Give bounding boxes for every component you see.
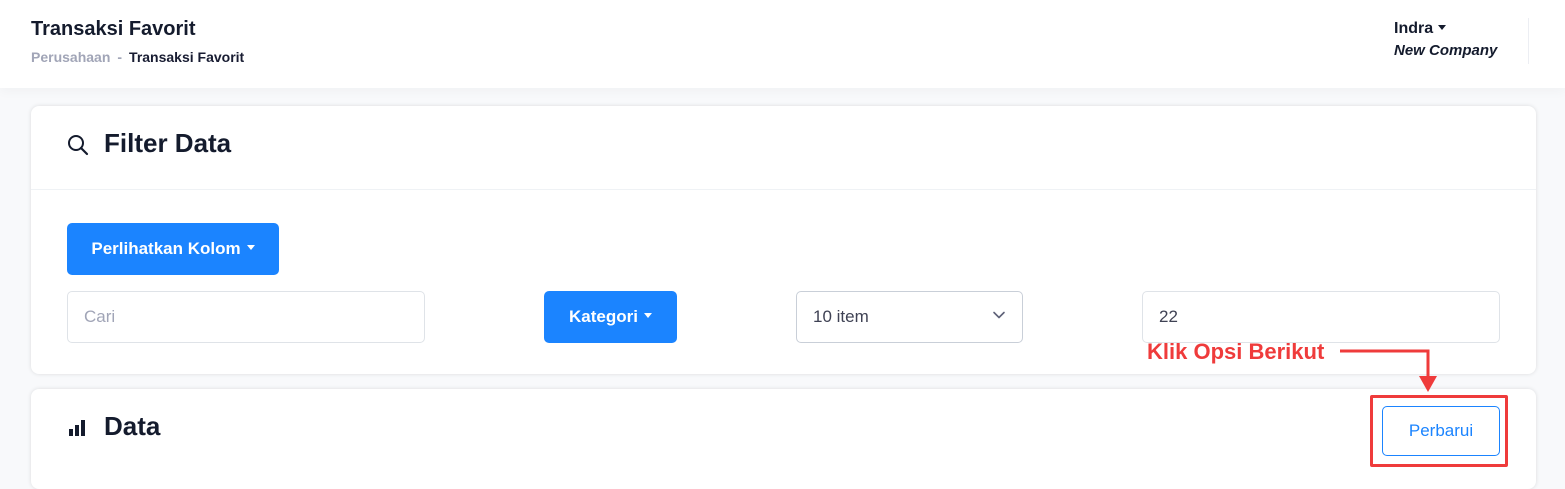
chevron-down-icon — [992, 307, 1006, 327]
search-input[interactable] — [67, 291, 425, 343]
category-label: Kategori — [569, 307, 638, 326]
header-divider — [1528, 18, 1529, 64]
breadcrumb-current: Transaksi Favorit — [129, 49, 245, 65]
annotation-text: Klik Opsi Berikut — [1147, 339, 1325, 364]
page-size-value: 10 item — [813, 307, 869, 326]
caret-down-icon — [246, 245, 255, 250]
annotation-arrow-icon — [1340, 349, 1437, 392]
data-card: Data Perbarui — [31, 389, 1536, 489]
category-button[interactable]: Kategori — [544, 291, 677, 343]
user-name: Indra — [1394, 20, 1434, 37]
user-menu[interactable]: Indra New Company — [1394, 20, 1497, 59]
page-title: Transaksi Favorit — [31, 18, 196, 40]
breadcrumb-separator: - — [117, 49, 123, 65]
bar-chart-icon — [67, 417, 89, 439]
user-name-toggle[interactable]: Indra — [1394, 20, 1497, 38]
breadcrumb-parent[interactable]: Perusahaan — [31, 49, 110, 65]
show-columns-label: Perlihatkan Kolom — [91, 239, 241, 258]
search-icon — [66, 133, 90, 157]
caret-down-icon — [643, 313, 652, 318]
number-input[interactable] — [1142, 291, 1500, 343]
refresh-button[interactable]: Perbarui — [1382, 406, 1500, 456]
breadcrumb: Perusahaan - Transaksi Favorit — [31, 49, 244, 65]
data-title: Data — [104, 411, 161, 441]
company-name: New Company — [1394, 42, 1498, 59]
filter-card-header: Filter Data — [31, 106, 1536, 190]
filter-title: Filter Data — [104, 128, 232, 158]
show-columns-button[interactable]: Perlihatkan Kolom — [67, 223, 279, 275]
caret-down-icon — [1438, 25, 1447, 30]
filter-card: Filter Data Perlihatkan Kolom Kategori 1… — [31, 106, 1536, 374]
top-header: Transaksi Favorit Perusahaan - Transaksi… — [0, 0, 1565, 88]
page-size-select[interactable]: 10 item — [796, 291, 1023, 343]
